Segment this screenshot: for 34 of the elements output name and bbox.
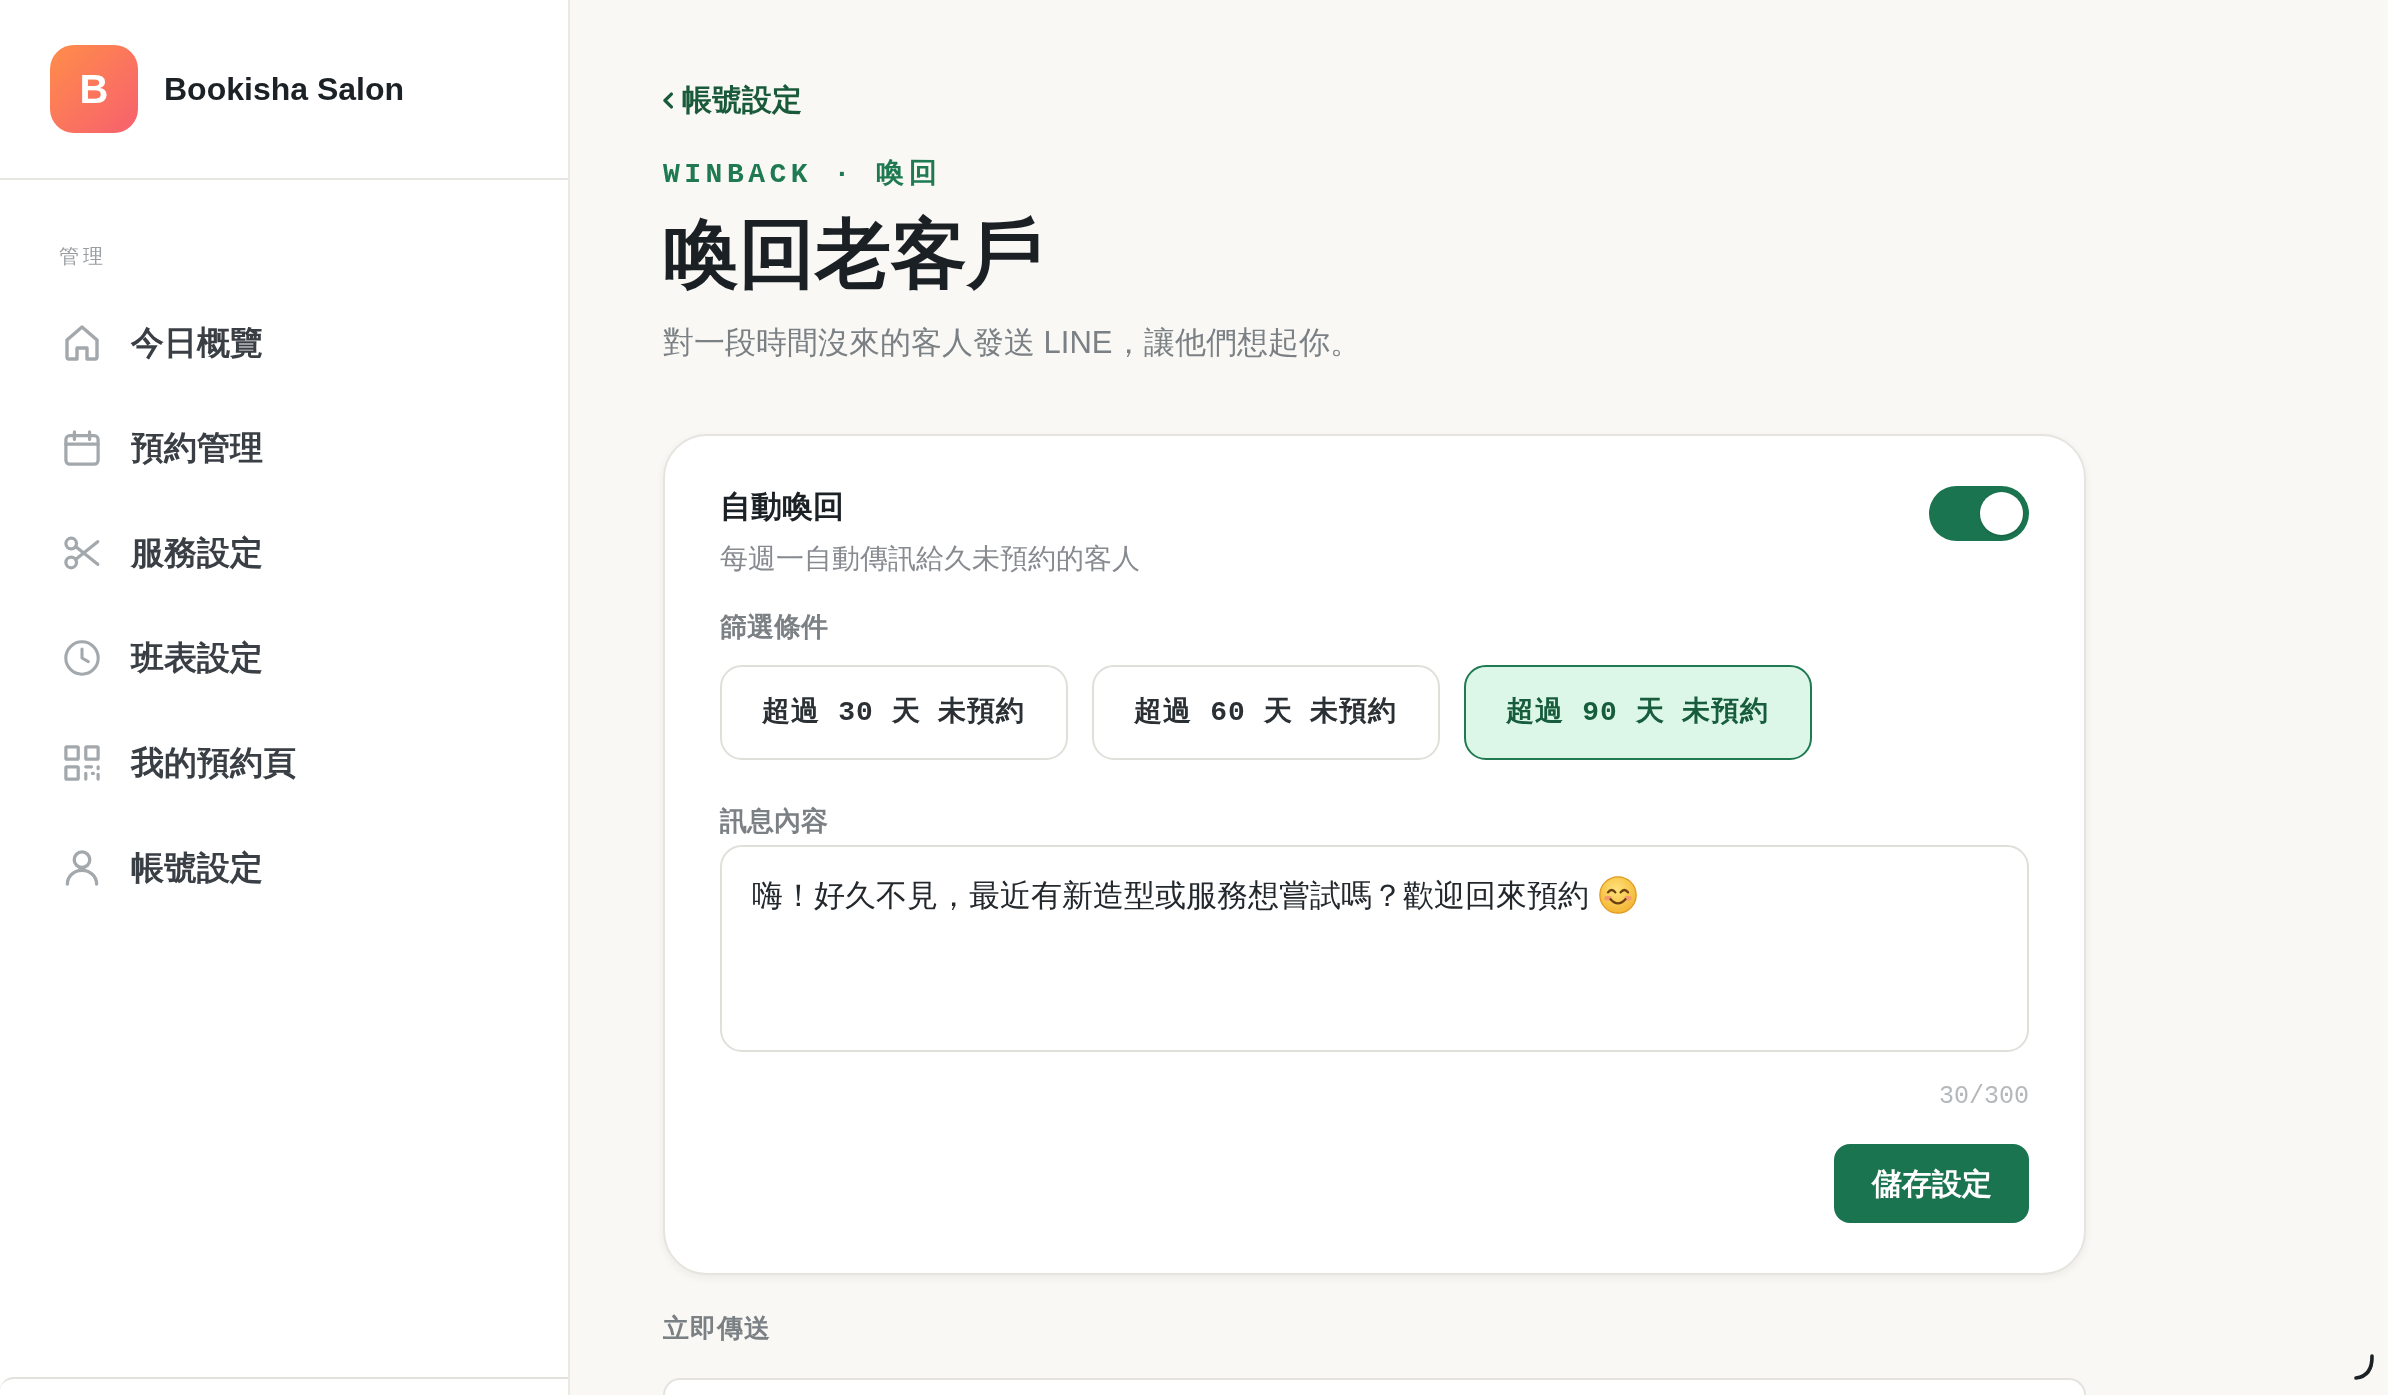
chevron-left-icon [663, 91, 673, 109]
character-counter: 30/300 [1939, 1082, 2029, 1112]
message-label: 訊息內容 [720, 805, 828, 838]
filter-chip[interactable]: 超過 60 天 未預約 [1092, 665, 1440, 760]
nav-item[interactable]: 帳號設定 [24, 815, 544, 920]
card-title: 自動喚回 [720, 488, 844, 526]
page-subtitle: 對一段時間沒來的客人發送 LINE，讓他們想起你。 [663, 324, 1361, 362]
filter-chip[interactable]: 超過 30 天 未預約 [720, 665, 1068, 760]
calendar-icon [64, 429, 100, 466]
nav-item[interactable]: 今日概覽 [24, 290, 544, 395]
home-icon [64, 324, 100, 361]
section-label: 管理 [59, 244, 107, 268]
message-field[interactable]: 嗨！好久不見，最近有新造型或服務想嘗試嗎？歡迎回來預約 [720, 845, 2029, 1052]
brand-name: Bookisha Salon [164, 70, 405, 109]
clock-icon [64, 639, 100, 676]
filter-chip[interactable]: 超過 90 天 未預約 [1464, 665, 1812, 760]
back-link[interactable]: 帳號設定 [663, 82, 802, 118]
smiling-face-icon [1599, 876, 1637, 914]
toggle-switch[interactable] [1929, 486, 2029, 541]
page-title: 喚回老客戶 [663, 212, 1043, 296]
brand-logo: B [50, 45, 138, 133]
section-eyebrow: WINBACK · 喚回 [663, 159, 942, 191]
grid-icon [64, 744, 100, 781]
scissors-icon [64, 534, 100, 571]
nav-item[interactable]: 服務設定 [24, 500, 544, 605]
card-description: 每週一自動傳訊給久未預約的客人 [720, 542, 1140, 576]
nav-item[interactable]: 預約管理 [24, 395, 544, 500]
nav-item[interactable]: 班表設定 [24, 605, 544, 710]
filter-label: 篩選條件 [720, 611, 828, 644]
send-now-label: 立即傳送 [663, 1312, 771, 1345]
spinner-icon [2352, 1353, 2376, 1381]
save-button[interactable]: 儲存設定 [1834, 1144, 2029, 1223]
person-icon [64, 849, 100, 886]
nav-item[interactable]: 我的預約頁 [24, 710, 544, 815]
